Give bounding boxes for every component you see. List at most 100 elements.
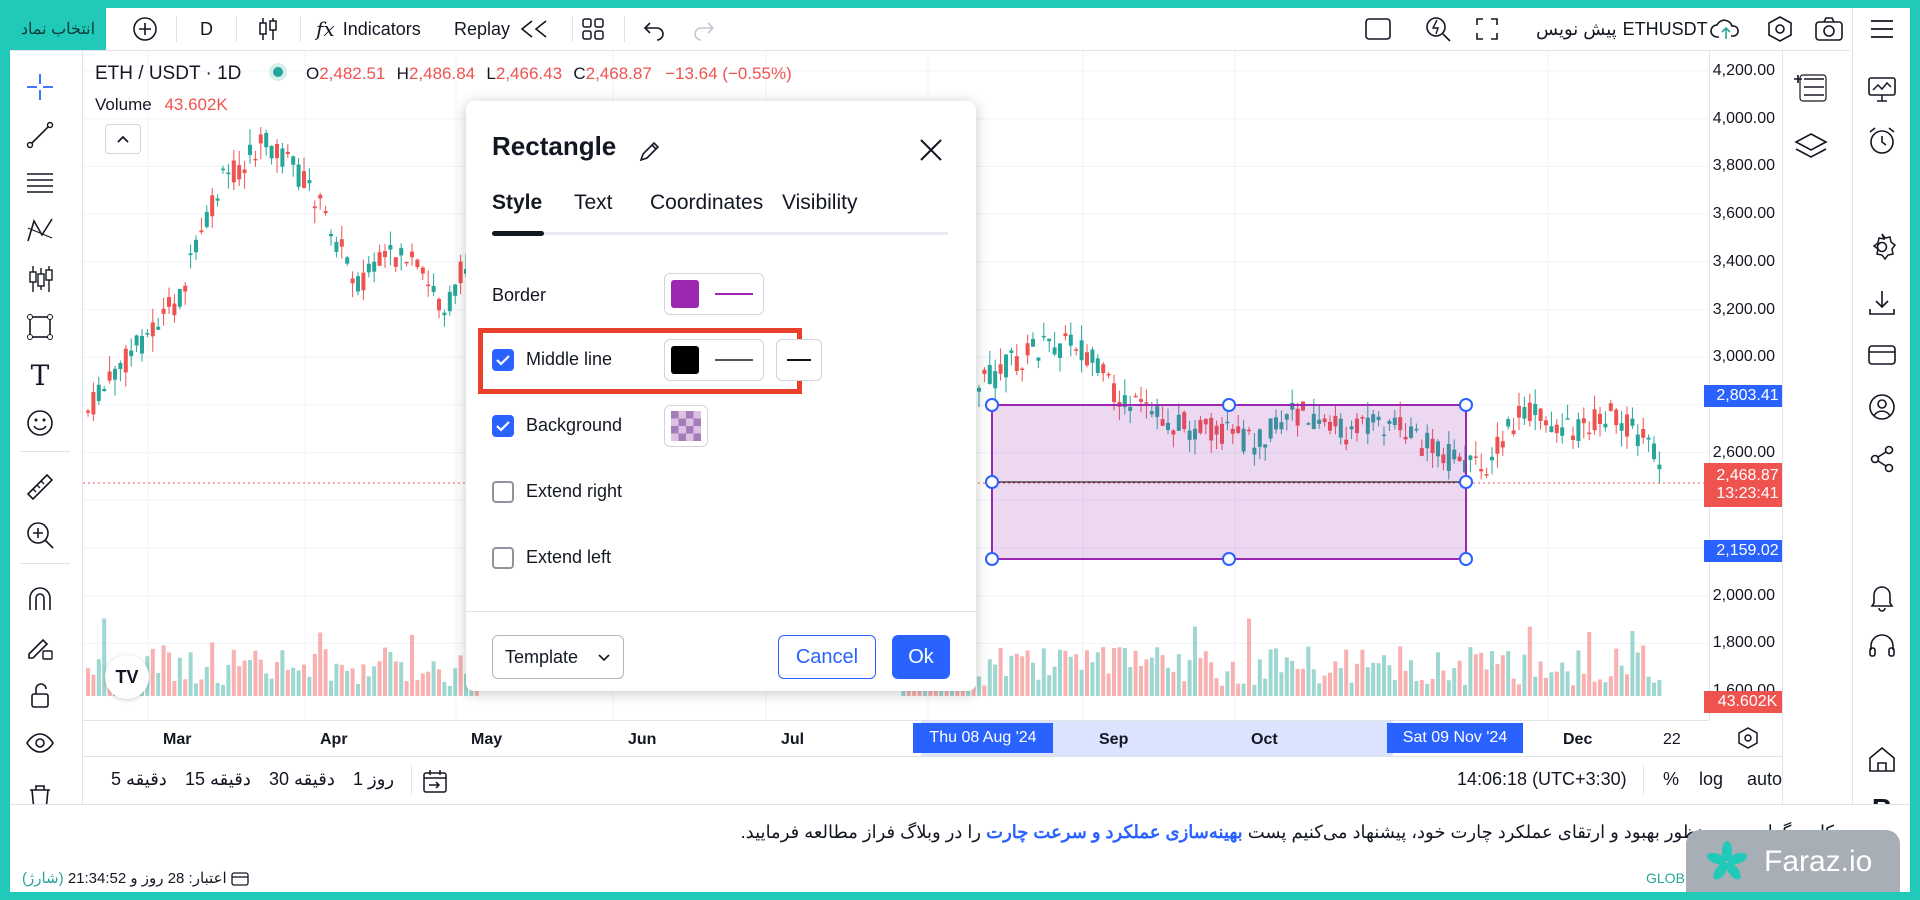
lightning-search-icon <box>1426 17 1451 42</box>
close-button[interactable] <box>918 137 944 168</box>
credit-info[interactable]: (شارژ) اعتبار: 28 روز و 21:34:52 <box>22 869 249 887</box>
tradingview-logo[interactable]: TV <box>105 655 149 699</box>
rectangle-handle[interactable] <box>1459 398 1473 412</box>
volume-bar <box>1403 670 1408 696</box>
ok-button[interactable]: Ok <box>892 635 950 679</box>
volume-bar <box>366 676 371 696</box>
lock-drawings-tool[interactable] <box>24 679 56 711</box>
middle-line-type-picker[interactable] <box>776 339 822 381</box>
clock-timezone[interactable]: 14:06:18 (UTC+3:30) <box>1457 769 1627 790</box>
volume-bar <box>96 659 101 696</box>
log-scale-toggle[interactable]: log <box>1699 769 1723 790</box>
rectangle-handle[interactable] <box>985 398 999 412</box>
tab-text[interactable]: Text <box>574 191 613 215</box>
quick-search-button[interactable] <box>1424 8 1452 50</box>
notifications-button[interactable] <box>1865 580 1899 614</box>
profile-button[interactable] <box>1865 390 1899 424</box>
text-tool[interactable]: T <box>24 359 56 392</box>
snapshot-button[interactable] <box>1814 8 1844 50</box>
replay-button[interactable]: Replay <box>454 8 550 50</box>
border-style-picker[interactable] <box>664 273 764 315</box>
candle-body <box>1652 443 1656 460</box>
rectangle-tool[interactable] <box>24 311 56 343</box>
zoom-tool[interactable] <box>24 519 56 551</box>
alarm-button[interactable] <box>1865 124 1899 158</box>
menu-button[interactable] <box>1865 12 1899 46</box>
rectangle-handle[interactable] <box>1459 475 1473 489</box>
monitor-button[interactable] <box>1865 72 1899 106</box>
redo-button[interactable] <box>692 8 716 50</box>
legend-symbol[interactable]: ETH / USDT · 1D <box>95 63 241 84</box>
undo-button[interactable] <box>642 8 666 50</box>
goto-date-button[interactable] <box>421 767 449 800</box>
chart-type-button[interactable] <box>256 8 280 50</box>
trendline-tool[interactable] <box>24 119 56 151</box>
choose-symbol-button[interactable]: انتخاب نماد <box>10 8 106 50</box>
user-circle-icon <box>1869 394 1895 420</box>
rectangle-handle[interactable] <box>1459 552 1473 566</box>
layout-button[interactable] <box>580 8 606 50</box>
timeframe-5m[interactable]: 5 دقیقه <box>111 769 167 790</box>
middle-line-checkbox[interactable] <box>492 349 514 371</box>
middle-line-color-swatch[interactable] <box>671 346 699 374</box>
legend-c-value: 2,468.87 <box>585 64 652 83</box>
middle-line-style-picker[interactable] <box>664 339 764 381</box>
candle-body <box>1025 343 1030 356</box>
background-checkbox[interactable] <box>492 415 514 437</box>
extend-left-checkbox[interactable] <box>492 547 514 569</box>
share-button[interactable] <box>1865 442 1899 476</box>
crosshair-tool[interactable] <box>24 71 56 103</box>
interval-button[interactable]: D <box>200 8 213 50</box>
settings-button[interactable] <box>1865 230 1899 264</box>
hide-drawings-tool[interactable] <box>24 727 56 759</box>
rectangle-handle[interactable] <box>985 475 999 489</box>
collapse-legend-button[interactable] <box>105 124 141 154</box>
support-button[interactable] <box>1865 630 1899 664</box>
tab-style[interactable]: Style <box>492 191 542 215</box>
volume-bar <box>1344 649 1349 696</box>
rectangle-handle[interactable] <box>1222 552 1236 566</box>
save-cloud-button[interactable] <box>1710 8 1742 50</box>
fullscreen-button[interactable] <box>1474 8 1500 50</box>
extend-right-checkbox[interactable] <box>492 481 514 503</box>
time-axis[interactable]: Mar Apr May Jun Jul Sep Oct Dec 22 Thu 0… <box>83 720 1758 757</box>
axis-settings-button[interactable] <box>1737 727 1759 754</box>
wallet-button[interactable] <box>1865 338 1899 372</box>
emoji-tool[interactable] <box>24 407 56 439</box>
template-dropdown[interactable]: Template <box>492 635 624 679</box>
pattern-tool[interactable] <box>24 215 56 247</box>
fib-tool[interactable] <box>24 167 56 199</box>
tab-coordinates[interactable]: Coordinates <box>650 191 763 215</box>
background-color-picker[interactable] <box>664 405 708 447</box>
measure-tool[interactable] <box>24 471 56 503</box>
layers-button[interactable] <box>1794 129 1828 163</box>
timeframe-1d[interactable]: 1 روز <box>353 769 394 790</box>
timeframe-30m[interactable]: 30 دقیقه <box>269 769 335 790</box>
notice-link[interactable]: بهینه‌سازی عملکرد و سرعت چارت <box>986 822 1243 842</box>
magnet-tool[interactable] <box>24 583 56 615</box>
rectangle-handle[interactable] <box>985 552 999 566</box>
indicators-button[interactable]: fx Indicators <box>316 8 421 50</box>
auto-scale-toggle[interactable]: auto <box>1747 769 1782 790</box>
rename-button[interactable] <box>638 139 662 168</box>
tab-visibility[interactable]: Visibility <box>782 191 857 215</box>
charge-link[interactable]: (شارژ) <box>22 870 64 887</box>
home-button[interactable] <box>1865 742 1899 776</box>
settings-hex-button[interactable] <box>1766 8 1794 50</box>
fullscreen-square-button[interactable] <box>1364 8 1392 50</box>
percent-scale-toggle[interactable]: % <box>1663 769 1679 790</box>
candle-body <box>1133 395 1138 398</box>
current-price-tag: 2,468.87 13:23:41 <box>1704 463 1791 507</box>
timeframe-15m[interactable]: 15 دقیقه <box>185 769 251 790</box>
download-button[interactable] <box>1865 286 1899 320</box>
cancel-button[interactable]: Cancel <box>778 635 876 679</box>
volume-bar <box>339 664 344 696</box>
volume-bar <box>361 664 366 696</box>
rectangle-handle[interactable] <box>1222 398 1236 412</box>
border-color-swatch[interactable] <box>671 280 699 308</box>
stay-drawing-tool[interactable] <box>24 631 56 663</box>
camera-icon <box>1815 17 1843 41</box>
watchlist-add-button[interactable] <box>1794 71 1828 105</box>
forecast-tool[interactable] <box>24 263 56 295</box>
add-symbol-button[interactable] <box>132 8 158 50</box>
